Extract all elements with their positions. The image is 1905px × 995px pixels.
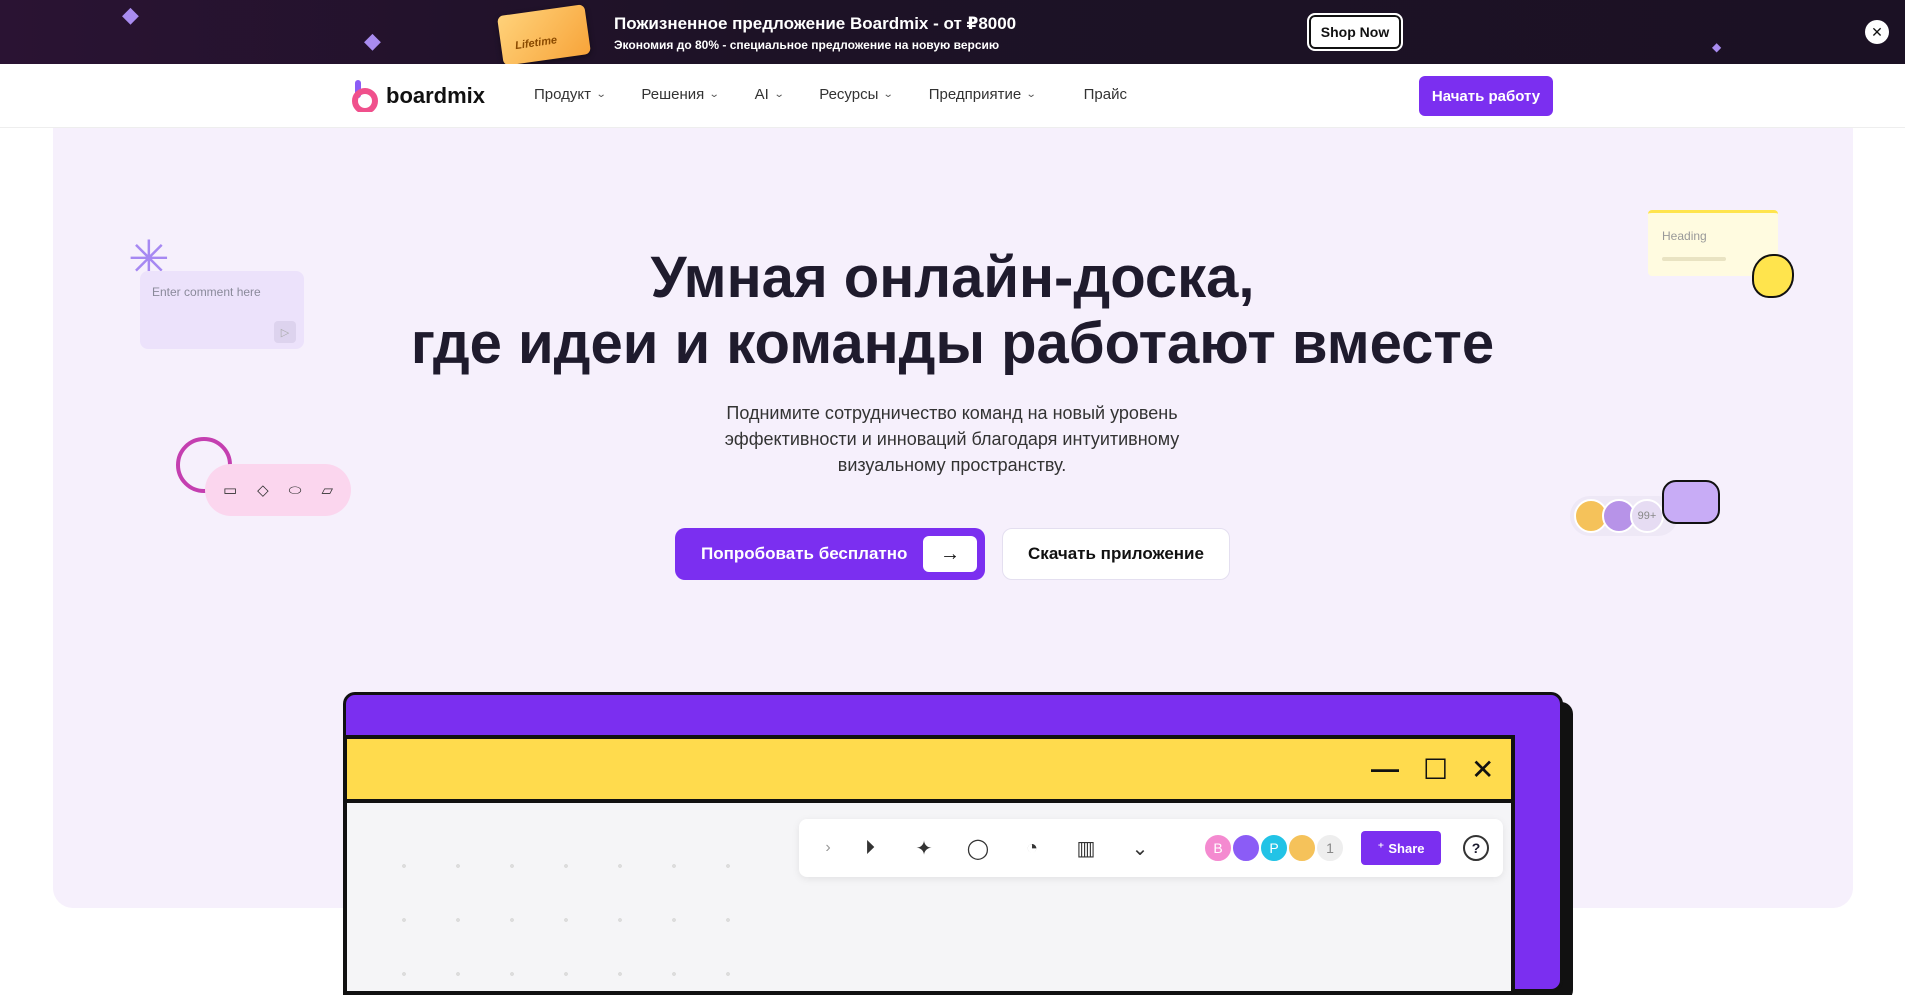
menu-label: Прайс (1083, 86, 1127, 103)
menu-label: AI (754, 86, 769, 103)
chevron-down-icon: ⌄ (1025, 89, 1037, 100)
menu-item-resources[interactable]: Ресурсы ⌄ (819, 86, 895, 103)
sparkle-icon: ◆ (1712, 40, 1722, 54)
menu-item-solutions[interactable]: Решения ⌄ (641, 86, 720, 103)
promo-title: Пожизненное предложение Boardmix - от ₽8… (614, 14, 1017, 33)
comment-icon[interactable]: ◯ (951, 836, 1005, 861)
brand-logo[interactable]: boardmix (352, 80, 486, 114)
promo-subtitle: Экономия до 80% - специальное предложени… (614, 38, 1000, 52)
try-free-button[interactable]: Попробовать бесплатно → (675, 528, 985, 580)
timer-icon[interactable]: ◔ (1005, 837, 1059, 860)
brand-name: boardmix (386, 83, 486, 108)
note-heading: Heading (1662, 229, 1707, 243)
sparkle-icon: ◆ (364, 28, 381, 53)
boardmix-logo-icon (352, 80, 378, 114)
menu-item-enterprise[interactable]: Предприятие ⌄ (928, 86, 1037, 103)
avatar[interactable] (1231, 833, 1261, 863)
add-user-icon: ⁺ (1377, 840, 1385, 855)
board-toolbar: › ⏵ ✦ ◯ ◔ ▥ ⌄ B P 1 ⁺ Share ? (799, 819, 1503, 877)
menu-item-pricing[interactable]: Прайс (1084, 86, 1127, 103)
menu-item-ai[interactable]: AI ⌄ (754, 86, 785, 103)
sparkle-icon: ◆ (122, 2, 139, 27)
title-line-1: Умная онлайн-доска, (650, 245, 1255, 310)
celebrate-icon[interactable]: ✦ (897, 836, 951, 861)
app-preview-window: — ☐ ✕ › ⏵ ✦ ◯ ◔ ▥ ⌄ B P 1 ⁺ Share ? (343, 692, 1563, 995)
menu-label: Решения (641, 86, 705, 103)
cloud-shape (1662, 480, 1720, 524)
chevron-right-icon[interactable]: › (813, 839, 843, 857)
title-line-2: где идеи и команды работают вместе (410, 311, 1495, 376)
chevron-down-icon: ⌄ (883, 89, 895, 100)
rectangle-icon: ▭ (222, 482, 238, 499)
collaborators: B P 1 (1203, 833, 1345, 863)
shop-now-button[interactable]: Shop Now (1307, 13, 1403, 51)
main-menu: Продукт ⌄ Решения ⌄ AI ⌄ Ресурсы ⌄ Предприят… (534, 86, 1163, 103)
ellipse-icon: ⬭ (288, 481, 302, 499)
coupon-label: Lifetime (514, 34, 558, 53)
canvas-grid (377, 839, 777, 989)
help-icon[interactable]: ? (1463, 835, 1489, 861)
vote-icon[interactable]: ▥ (1059, 836, 1113, 861)
share-label: Share (1388, 840, 1425, 856)
try-free-label: Попробовать бесплатно (701, 544, 908, 563)
maximize-icon[interactable]: ☐ (1423, 753, 1448, 786)
coupon-image: Lifetime (496, 4, 592, 64)
parallelogram-icon: ▱ (321, 482, 333, 499)
close-icon[interactable]: ✕ (1471, 753, 1494, 786)
chevron-down-icon: ⌄ (595, 89, 607, 100)
avatar[interactable] (1287, 833, 1317, 863)
menu-label: Продукт (534, 86, 591, 103)
promo-banner: ◆ ◆ ◆ Lifetime Пожизненное предложение B… (0, 0, 1905, 64)
shape-picker: ▭ ◇ ⬭ ▱ (205, 464, 351, 516)
top-nav: boardmix Продукт ⌄ Решения ⌄ AI ⌄ Ресурсы ⌄ … (0, 64, 1905, 128)
menu-label: Ресурсы (819, 86, 879, 103)
play-icon[interactable]: ⏵ (843, 837, 897, 860)
menu-item-product[interactable]: Продукт ⌄ (534, 86, 607, 103)
collaborator-count: 1 (1315, 833, 1345, 863)
diamond-icon: ◇ (257, 482, 269, 499)
close-icon[interactable]: ✕ (1865, 20, 1889, 44)
chevron-down-icon: ⌄ (708, 89, 720, 100)
download-app-button[interactable]: Скачать приложение (1002, 528, 1230, 580)
chevron-down-icon: ⌄ (773, 89, 785, 100)
menu-label: Предприятие (928, 86, 1022, 103)
minimize-icon[interactable]: — (1371, 753, 1399, 785)
avatar[interactable]: B (1203, 833, 1233, 863)
window-titlebar: — ☐ ✕ (347, 739, 1511, 803)
avatar-count: 99+ (1630, 499, 1664, 533)
page-title: Умная онлайн-доска, где идеи и команды р… (0, 245, 1905, 377)
avatar[interactable]: P (1259, 833, 1289, 863)
start-work-button[interactable]: Начать работу (1419, 76, 1553, 116)
app-canvas: — ☐ ✕ › ⏵ ✦ ◯ ◔ ▥ ⌄ B P 1 ⁺ Share ? (343, 735, 1515, 995)
more-icon[interactable]: ⌄ (1113, 836, 1167, 861)
hero-lead: Поднимите сотрудничество команд на новый… (724, 403, 1180, 475)
share-button[interactable]: ⁺ Share (1361, 831, 1441, 865)
arrow-right-icon: → (923, 536, 977, 572)
